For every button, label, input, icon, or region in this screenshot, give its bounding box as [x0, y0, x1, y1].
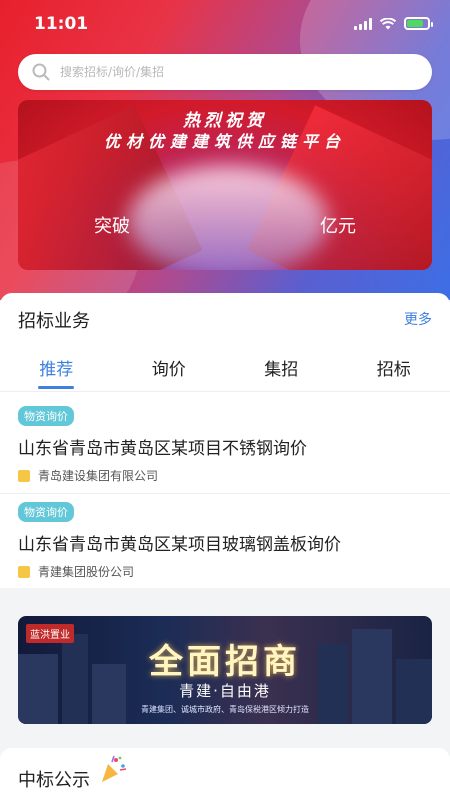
- signal-icon: [354, 17, 372, 30]
- party-popper-icon: [102, 755, 127, 782]
- banner-blurred-figure: [128, 166, 328, 270]
- list-item[interactable]: 物资询价 山东省青岛市黄岛区某项目玻璃钢盖板询价 青建集团股份公司: [0, 501, 450, 580]
- company-name: 青岛建设集团有限公司: [38, 469, 159, 483]
- search-bar[interactable]: [18, 54, 432, 90]
- promo-headline: 全面招商: [149, 642, 301, 682]
- item-title: 山东省青岛市黄岛区某项目不锈钢询价: [18, 439, 307, 459]
- item-company: 青岛建设集团有限公司: [18, 467, 450, 484]
- battery-icon: [404, 17, 433, 30]
- tab-recommend[interactable]: 推荐: [0, 349, 113, 389]
- list-divider: [0, 493, 450, 494]
- wifi-icon: [380, 17, 396, 29]
- tab-tender[interactable]: 招标: [338, 349, 450, 389]
- search-input[interactable]: [60, 65, 432, 79]
- company-icon: [18, 565, 30, 578]
- search-icon: [32, 63, 50, 81]
- bidding-section: 招标业务 更多 推荐 询价 集招 招标 物资询价 山东省青岛市黄岛区某项目不锈钢…: [0, 293, 450, 588]
- banner-subheadline: 优材优建建筑供应链平台: [103, 132, 346, 151]
- section-title: 中标公示: [18, 770, 90, 791]
- promo-subheadline: 青建·自由港: [179, 682, 271, 700]
- tab-inquiry[interactable]: 询价: [113, 349, 226, 389]
- tabs-divider: [0, 391, 450, 392]
- more-link[interactable]: 更多: [404, 309, 432, 329]
- award-announcement-section: 中标公示: [0, 748, 450, 803]
- section-title: 招标业务: [18, 311, 90, 332]
- category-tag: 物资询价: [18, 406, 74, 426]
- company-icon: [18, 469, 30, 482]
- list-item[interactable]: 物资询价 山东省青岛市黄岛区某项目不锈钢询价 青岛建设集团有限公司: [0, 405, 450, 484]
- category-tag: 物资询价: [18, 502, 74, 522]
- promo-banner[interactable]: 蓝洪置业 全面招商 青建·自由港 青建集团、诚城市政府、青岛保税港区倾力打造: [18, 616, 432, 724]
- item-company: 青建集团股份公司: [18, 563, 450, 580]
- banner-right-text: 亿元: [320, 216, 356, 237]
- tab-bar: 推荐 询价 集招 招标: [0, 349, 450, 389]
- status-bar: 11:01: [0, 0, 450, 48]
- status-time: 11:01: [34, 14, 89, 34]
- item-title: 山东省青岛市黄岛区某项目玻璃钢盖板询价: [18, 535, 341, 555]
- tab-centralized[interactable]: 集招: [225, 349, 338, 389]
- promo-note: 青建集团、诚城市政府、青岛保税港区倾力打造: [141, 705, 309, 714]
- company-name: 青建集团股份公司: [38, 565, 135, 579]
- banner-left-text: 突破: [94, 216, 130, 237]
- hero-banner[interactable]: 热烈祝贺 优材优建建筑供应链平台 突破 亿元: [18, 100, 432, 270]
